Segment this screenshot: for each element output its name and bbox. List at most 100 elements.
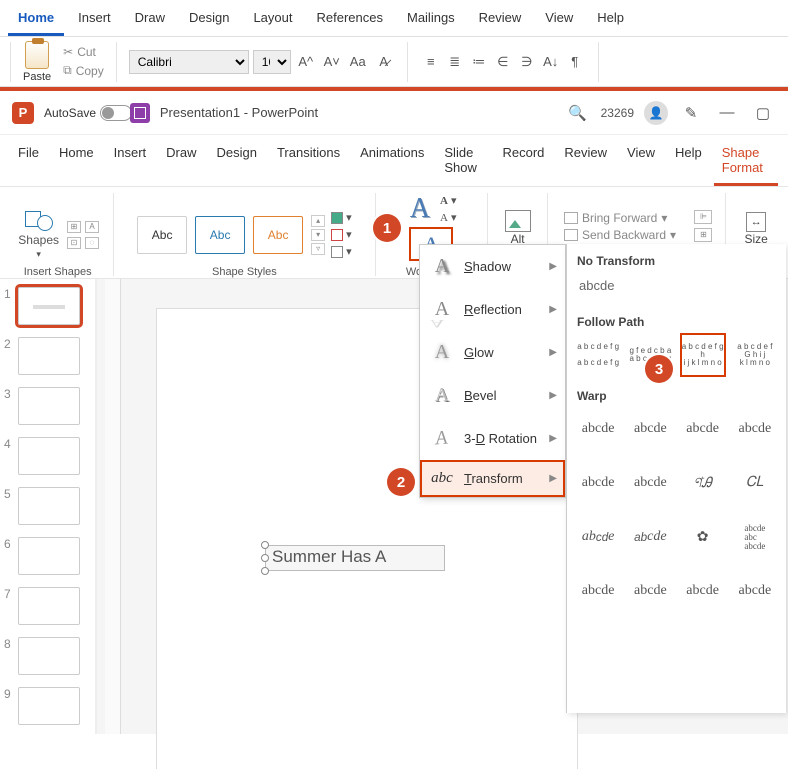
warp-7[interactable]: ণᎯ [682, 463, 724, 503]
follow-path-button[interactable]: a b c d e fG h i jk l m n o [734, 335, 776, 375]
bullets-button[interactable]: ≡ [420, 51, 442, 73]
numbering-button[interactable]: ≣ [444, 51, 466, 73]
slide-thumb-8[interactable]: 8 [4, 637, 91, 675]
resize-handle[interactable] [261, 541, 269, 549]
warp-12[interactable]: abcdeabcabcde [734, 517, 776, 557]
no-transform-option[interactable]: abcde [577, 274, 776, 311]
follow-path-arch-up[interactable]: a b c d e f g a b c d e f g [577, 335, 619, 375]
warp-2[interactable]: abcde [629, 409, 671, 449]
text-outline-button[interactable]: A▾ [440, 211, 456, 224]
style-preset-1[interactable]: Abc [137, 216, 187, 254]
minimize-button[interactable]: — [714, 100, 740, 126]
word-tab-layout[interactable]: Layout [243, 4, 302, 36]
tab-view[interactable]: View [619, 139, 663, 186]
tab-design[interactable]: Design [209, 139, 265, 186]
tab-draw[interactable]: Draw [158, 139, 204, 186]
save-button[interactable] [130, 103, 150, 123]
shapes-gallery-button[interactable]: Shapes▾ [16, 205, 61, 264]
word-tab-mailings[interactable]: Mailings [397, 4, 465, 36]
word-tab-review[interactable]: Review [469, 4, 532, 36]
word-tab-draw[interactable]: Draw [125, 4, 175, 36]
slide-thumb-7[interactable]: 7 [4, 587, 91, 625]
tab-insert[interactable]: Insert [106, 139, 155, 186]
fx-3d-rotation[interactable]: A3-D Rotation▶ [420, 417, 565, 460]
show-marks-button[interactable]: ¶ [564, 51, 586, 73]
warp-1[interactable]: abcde [577, 409, 619, 449]
tab-record[interactable]: Record [495, 139, 553, 186]
tab-help[interactable]: Help [667, 139, 710, 186]
slide-thumb-4[interactable]: 4 [4, 437, 91, 475]
send-backward-button[interactable]: Send Backward ▾ [564, 228, 676, 242]
pen-mode-button[interactable]: ✎ [678, 100, 704, 126]
copy-button[interactable]: ⧉Copy [63, 63, 104, 78]
search-button[interactable]: 🔍 [565, 100, 591, 126]
word-tab-insert[interactable]: Insert [68, 4, 121, 36]
shape-outline-button[interactable]: ▾ [331, 228, 352, 241]
selected-textbox[interactable]: Summer Has A [265, 545, 445, 571]
follow-path-circle[interactable]: a b c d e f g hi j k l m n o [682, 335, 724, 375]
slide-thumb-5[interactable]: 5 [4, 487, 91, 525]
warp-15[interactable]: abcde [682, 571, 724, 611]
warp-13[interactable]: abcde [577, 571, 619, 611]
tab-review[interactable]: Review [556, 139, 615, 186]
tab-animations[interactable]: Animations [352, 139, 432, 186]
fx-shadow[interactable]: ASShadowhadow▶ [420, 245, 565, 288]
warp-11[interactable]: ✿ [682, 517, 724, 557]
slide-thumb-3[interactable]: 3 [4, 387, 91, 425]
shrink-font-button[interactable]: A˅ [321, 51, 343, 73]
shape-styles-gallery[interactable]: Abc Abc Abc ▴▾▿ [137, 215, 325, 255]
slide-thumb-1[interactable]: 1 [4, 287, 91, 325]
warp-3[interactable]: abcde [682, 409, 724, 449]
fx-glow[interactable]: AGlow▶ [420, 331, 565, 374]
user-avatar-icon[interactable]: 👤 [644, 101, 668, 125]
style-preset-3[interactable]: Abc [253, 216, 303, 254]
fx-bevel[interactable]: ABevel▶ [420, 374, 565, 417]
tab-file[interactable]: File [10, 139, 47, 186]
font-size-select[interactable]: 16 [253, 50, 291, 74]
gallery-scroll[interactable]: ▴▾▿ [311, 215, 325, 255]
word-tab-home[interactable]: Home [8, 4, 64, 36]
tab-slideshow[interactable]: Slide Show [436, 139, 490, 186]
style-preset-2[interactable]: Abc [195, 216, 245, 254]
multilevel-button[interactable]: ≔ [468, 51, 490, 73]
warp-16[interactable]: abcde [734, 571, 776, 611]
slide-thumb-2[interactable]: 2 [4, 337, 91, 375]
resize-handle[interactable] [261, 554, 269, 562]
clear-formatting-button[interactable]: A̷ [373, 51, 395, 73]
decrease-indent-button[interactable]: ∈ [492, 51, 514, 73]
autosave-toggle[interactable]: AutoSave Off [44, 105, 120, 121]
warp-10[interactable]: abcde [629, 517, 671, 557]
word-tab-view[interactable]: View [535, 4, 583, 36]
word-tab-design[interactable]: Design [179, 4, 239, 36]
tab-shape-format[interactable]: Shape Format [714, 139, 778, 186]
warp-9[interactable]: abcde [577, 517, 619, 557]
word-tab-help[interactable]: Help [587, 4, 634, 36]
change-case-button[interactable]: Aa [347, 51, 369, 73]
wordart-quick-styles-button[interactable]: A [406, 193, 434, 225]
warp-6[interactable]: abcde [629, 463, 671, 503]
warp-5[interactable]: abcde [577, 463, 619, 503]
grow-font-button[interactable]: A^ [295, 51, 317, 73]
warp-8[interactable]: ᏟᏞ [734, 463, 776, 503]
shape-fill-button[interactable]: ▾ [331, 211, 352, 224]
word-tab-references[interactable]: References [307, 4, 393, 36]
increase-indent-button[interactable]: ∋ [516, 51, 538, 73]
shape-tools-grid[interactable]: ⊞A ⊡◌ [67, 221, 99, 249]
fx-transform[interactable]: abcTransform▶ [420, 460, 565, 497]
bring-forward-button[interactable]: Bring Forward ▾ [564, 211, 676, 225]
text-fill-button[interactable]: A▾ [440, 194, 456, 207]
warp-4[interactable]: abcde [734, 409, 776, 449]
shape-effects-button[interactable]: ▾ [331, 245, 352, 258]
sort-button[interactable]: A↓ [540, 51, 562, 73]
slide-thumb-6[interactable]: 6 [4, 537, 91, 575]
align-button[interactable]: ⊫ [694, 210, 712, 224]
tab-transitions[interactable]: Transitions [269, 139, 348, 186]
cut-button[interactable]: ✂Cut [63, 45, 104, 59]
resize-handle[interactable] [261, 567, 269, 575]
font-name-select[interactable]: Calibri [129, 50, 249, 74]
fx-reflection[interactable]: AReflection▶ [420, 288, 565, 331]
slide-thumb-9[interactable]: 9 [4, 687, 91, 725]
paste-button[interactable]: Paste [23, 41, 51, 83]
warp-14[interactable]: abcde [629, 571, 671, 611]
restore-button[interactable]: ▢ [750, 100, 776, 126]
